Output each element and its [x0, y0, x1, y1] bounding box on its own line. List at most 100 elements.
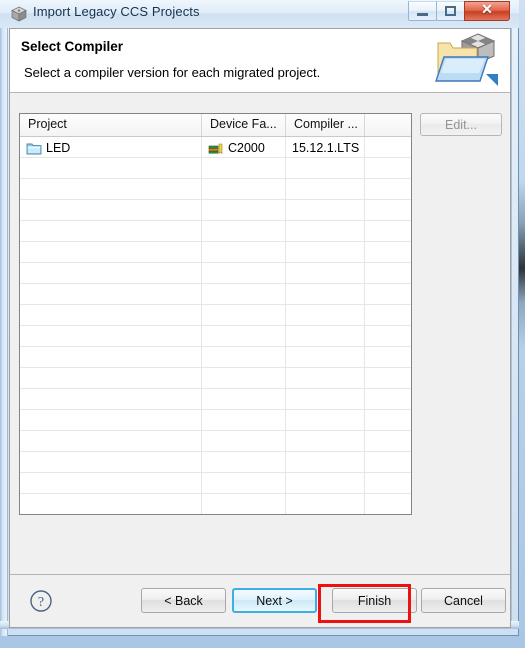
cell-empty[interactable] — [202, 452, 286, 472]
cell-empty[interactable] — [365, 179, 411, 199]
table-row[interactable] — [20, 158, 411, 179]
table-row[interactable] — [20, 389, 411, 410]
cell-empty[interactable] — [365, 221, 411, 241]
column-header-extra[interactable] — [365, 114, 411, 136]
cell-empty[interactable] — [286, 158, 365, 178]
cell-empty[interactable] — [365, 347, 411, 367]
cell-empty[interactable] — [365, 452, 411, 472]
cell-empty[interactable] — [365, 368, 411, 388]
cell-empty[interactable] — [202, 494, 286, 514]
projects-table[interactable]: Project Device Fa... Compiler ... LED C2… — [19, 113, 412, 515]
minimize-button[interactable] — [408, 1, 437, 21]
cell-empty[interactable] — [365, 431, 411, 451]
cell-empty[interactable] — [202, 179, 286, 199]
cell-empty[interactable] — [365, 389, 411, 409]
cell-empty[interactable] — [286, 431, 365, 451]
cell-empty[interactable] — [20, 431, 202, 451]
cell-empty[interactable] — [286, 221, 365, 241]
cell-empty[interactable] — [286, 242, 365, 262]
table-row[interactable] — [20, 242, 411, 263]
cell-empty[interactable] — [20, 410, 202, 430]
cell-extra[interactable] — [365, 137, 411, 157]
cell-compiler-version[interactable]: 15.12.1.LTS — [286, 137, 365, 157]
maximize-button[interactable] — [436, 1, 465, 21]
cell-empty[interactable] — [202, 200, 286, 220]
cell-empty[interactable] — [20, 452, 202, 472]
cell-empty[interactable] — [202, 431, 286, 451]
cell-empty[interactable] — [20, 242, 202, 262]
cell-empty[interactable] — [286, 473, 365, 493]
cell-empty[interactable] — [202, 158, 286, 178]
cell-empty[interactable] — [286, 200, 365, 220]
table-row[interactable] — [20, 368, 411, 389]
cell-empty[interactable] — [365, 305, 411, 325]
table-row[interactable] — [20, 326, 411, 347]
cell-empty[interactable] — [286, 284, 365, 304]
cell-empty[interactable] — [20, 389, 202, 409]
cell-empty[interactable] — [20, 368, 202, 388]
column-header-compiler-version[interactable]: Compiler ... — [286, 114, 365, 136]
cell-empty[interactable] — [286, 389, 365, 409]
cell-empty[interactable] — [365, 326, 411, 346]
cell-empty[interactable] — [202, 347, 286, 367]
help-question-icon[interactable]: ? — [29, 589, 53, 613]
cell-empty[interactable] — [365, 494, 411, 514]
table-row[interactable] — [20, 221, 411, 242]
cell-empty[interactable] — [286, 305, 365, 325]
table-row[interactable] — [20, 347, 411, 368]
table-row[interactable]: LED C2000 15.12.1.LTS — [20, 137, 411, 158]
cell-empty[interactable] — [365, 284, 411, 304]
cell-empty[interactable] — [202, 305, 286, 325]
table-row[interactable] — [20, 410, 411, 431]
table-row[interactable] — [20, 284, 411, 305]
cell-empty[interactable] — [202, 389, 286, 409]
cell-empty[interactable] — [20, 179, 202, 199]
column-header-project[interactable]: Project — [20, 114, 202, 136]
cell-empty[interactable] — [20, 473, 202, 493]
cell-empty[interactable] — [365, 158, 411, 178]
cell-empty[interactable] — [286, 494, 365, 514]
cell-empty[interactable] — [202, 263, 286, 283]
title-bar[interactable]: Import Legacy CCS Projects ✕ — [0, 0, 519, 28]
next-button[interactable]: Next > — [232, 588, 317, 613]
cell-empty[interactable] — [365, 242, 411, 262]
table-row[interactable] — [20, 452, 411, 473]
cell-empty[interactable] — [20, 221, 202, 241]
table-row[interactable] — [20, 305, 411, 326]
cell-empty[interactable] — [365, 263, 411, 283]
cell-empty[interactable] — [202, 368, 286, 388]
cell-empty[interactable] — [365, 473, 411, 493]
cell-empty[interactable] — [202, 221, 286, 241]
cell-empty[interactable] — [286, 179, 365, 199]
column-header-device-family[interactable]: Device Fa... — [202, 114, 286, 136]
table-row[interactable] — [20, 200, 411, 221]
cell-empty[interactable] — [20, 326, 202, 346]
cell-device-family[interactable]: C2000 — [202, 137, 286, 157]
cell-empty[interactable] — [286, 347, 365, 367]
edit-button[interactable]: Edit... — [420, 113, 502, 136]
cell-empty[interactable] — [286, 410, 365, 430]
cell-empty[interactable] — [202, 326, 286, 346]
table-row[interactable] — [20, 263, 411, 284]
close-button[interactable]: ✕ — [464, 1, 510, 21]
cell-empty[interactable] — [286, 326, 365, 346]
cell-empty[interactable] — [202, 410, 286, 430]
cell-empty[interactable] — [286, 368, 365, 388]
cell-empty[interactable] — [20, 263, 202, 283]
cell-empty[interactable] — [286, 263, 365, 283]
cell-empty[interactable] — [202, 473, 286, 493]
table-row[interactable] — [20, 494, 411, 514]
table-row[interactable] — [20, 179, 411, 200]
finish-button[interactable]: Finish — [332, 588, 417, 613]
cell-empty[interactable] — [20, 494, 202, 514]
cancel-button[interactable]: Cancel — [421, 588, 506, 613]
cell-empty[interactable] — [202, 284, 286, 304]
cell-empty[interactable] — [20, 347, 202, 367]
cell-project[interactable]: LED — [20, 137, 202, 157]
cell-empty[interactable] — [365, 410, 411, 430]
table-row[interactable] — [20, 473, 411, 494]
cell-empty[interactable] — [20, 305, 202, 325]
cell-empty[interactable] — [365, 200, 411, 220]
back-button[interactable]: < Back — [141, 588, 226, 613]
cell-empty[interactable] — [20, 158, 202, 178]
